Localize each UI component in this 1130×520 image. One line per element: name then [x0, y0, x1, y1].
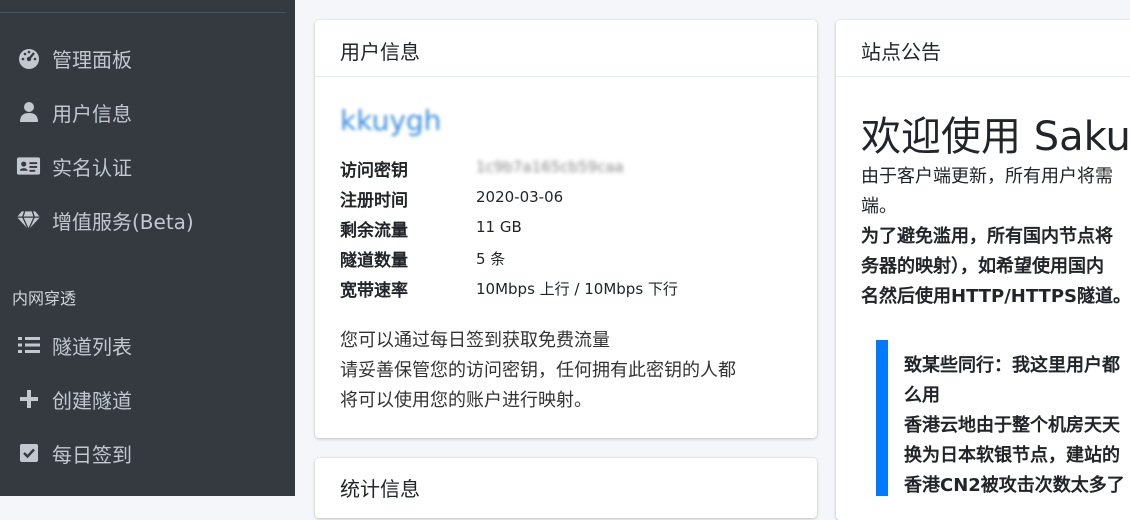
access-key-value: 1c9b7a165cb59caa [476, 158, 624, 176]
sidebar-item-premium[interactable]: 增值服务(Beta) [0, 198, 295, 242]
sidebar-item-label: 创建隧道 [52, 388, 132, 413]
gem-icon [16, 208, 41, 232]
stats-title: 统计信息 [340, 477, 420, 501]
sidebar-item-label: 增值服务(Beta) [52, 209, 194, 234]
blockquote-line: 么用 [904, 385, 940, 406]
announcement-line: 端。 [861, 196, 897, 217]
info-value: 5 条 [476, 250, 506, 268]
info-value: 11 GB [476, 218, 522, 236]
sidebar-item-label: 每日签到 [52, 442, 132, 467]
sidebar-item-create-tunnel[interactable]: 创建隧道 [0, 377, 295, 421]
card-header-divider [836, 76, 1130, 77]
info-key: 注册时间 [340, 191, 408, 211]
announcement-line: 为了避免滥用，所有国内节点将 [861, 226, 1113, 247]
user-info-title: 用户信息 [340, 40, 420, 64]
id-card-icon [16, 154, 41, 178]
list-icon [16, 333, 41, 357]
blockquote-line: 换为日本软银节点，建站的 [904, 445, 1120, 466]
blockquote-bar [876, 340, 888, 496]
info-note: 将可以使用您的账户进行映射。 [340, 390, 592, 411]
sidebar-item-label: 用户信息 [52, 101, 132, 126]
info-key: 隧道数量 [340, 251, 408, 271]
blockquote-line: 香港CN2被攻击次数太多了 [904, 475, 1125, 496]
info-key: 剩余流量 [340, 221, 408, 241]
sidebar: 管理面板 用户信息 实名认证 增值服务(Beta) 内网穿透 隧道列表 创建隧道 [0, 0, 295, 496]
sidebar-item-label: 管理面板 [52, 47, 132, 72]
sidebar-item-verification[interactable]: 实名认证 [0, 144, 295, 188]
announcement-headline: 欢迎使用 Sakura [861, 114, 1130, 160]
sidebar-item-user-info[interactable]: 用户信息 [0, 90, 295, 134]
info-key: 宽带速率 [340, 281, 408, 301]
announcement-title: 站点公告 [861, 40, 941, 64]
username-link[interactable]: kkuygh [340, 104, 441, 137]
sidebar-item-label: 实名认证 [52, 155, 132, 180]
announcement-content: 站点公告 欢迎使用 Sakura 由于客户端更新，所有用户将需 端。 为了避免滥… [836, 20, 1130, 496]
info-key: 访问密钥 [340, 161, 408, 181]
card-header-divider [315, 76, 817, 77]
sidebar-item-label: 隧道列表 [52, 334, 132, 359]
announcement-line: 名然后使用HTTP/HTTPS隧道。 [861, 286, 1130, 307]
sidebar-divider [0, 12, 286, 13]
announcement-line: 由于客户端更新，所有用户将需 [861, 166, 1113, 187]
info-note: 请妥善保管您的访问密钥，任何拥有此密钥的人都 [340, 360, 736, 381]
info-note: 您可以通过每日签到获取免费流量 [340, 330, 610, 351]
info-value: 2020-03-06 [476, 188, 564, 206]
blockquote-line: 致某些同行：我这里用户都 [904, 355, 1120, 376]
blockquote-line: 香港云地由于整个机房天天 [904, 415, 1120, 436]
sidebar-item-daily-checkin[interactable]: 每日签到 [0, 431, 295, 475]
tachometer-icon [16, 46, 41, 70]
plus-icon [16, 387, 41, 411]
user-icon [16, 100, 41, 124]
sidebar-item-dashboard[interactable]: 管理面板 [0, 36, 295, 80]
sidebar-item-tunnel-list[interactable]: 隧道列表 [0, 323, 295, 367]
check-square-icon [16, 441, 41, 465]
announcement-line: 务器的映射），如希望使用国内 [861, 256, 1104, 277]
info-value: 10Mbps 上行 / 10Mbps 下行 [476, 280, 678, 298]
sidebar-section-header: 内网穿透 [12, 289, 77, 308]
